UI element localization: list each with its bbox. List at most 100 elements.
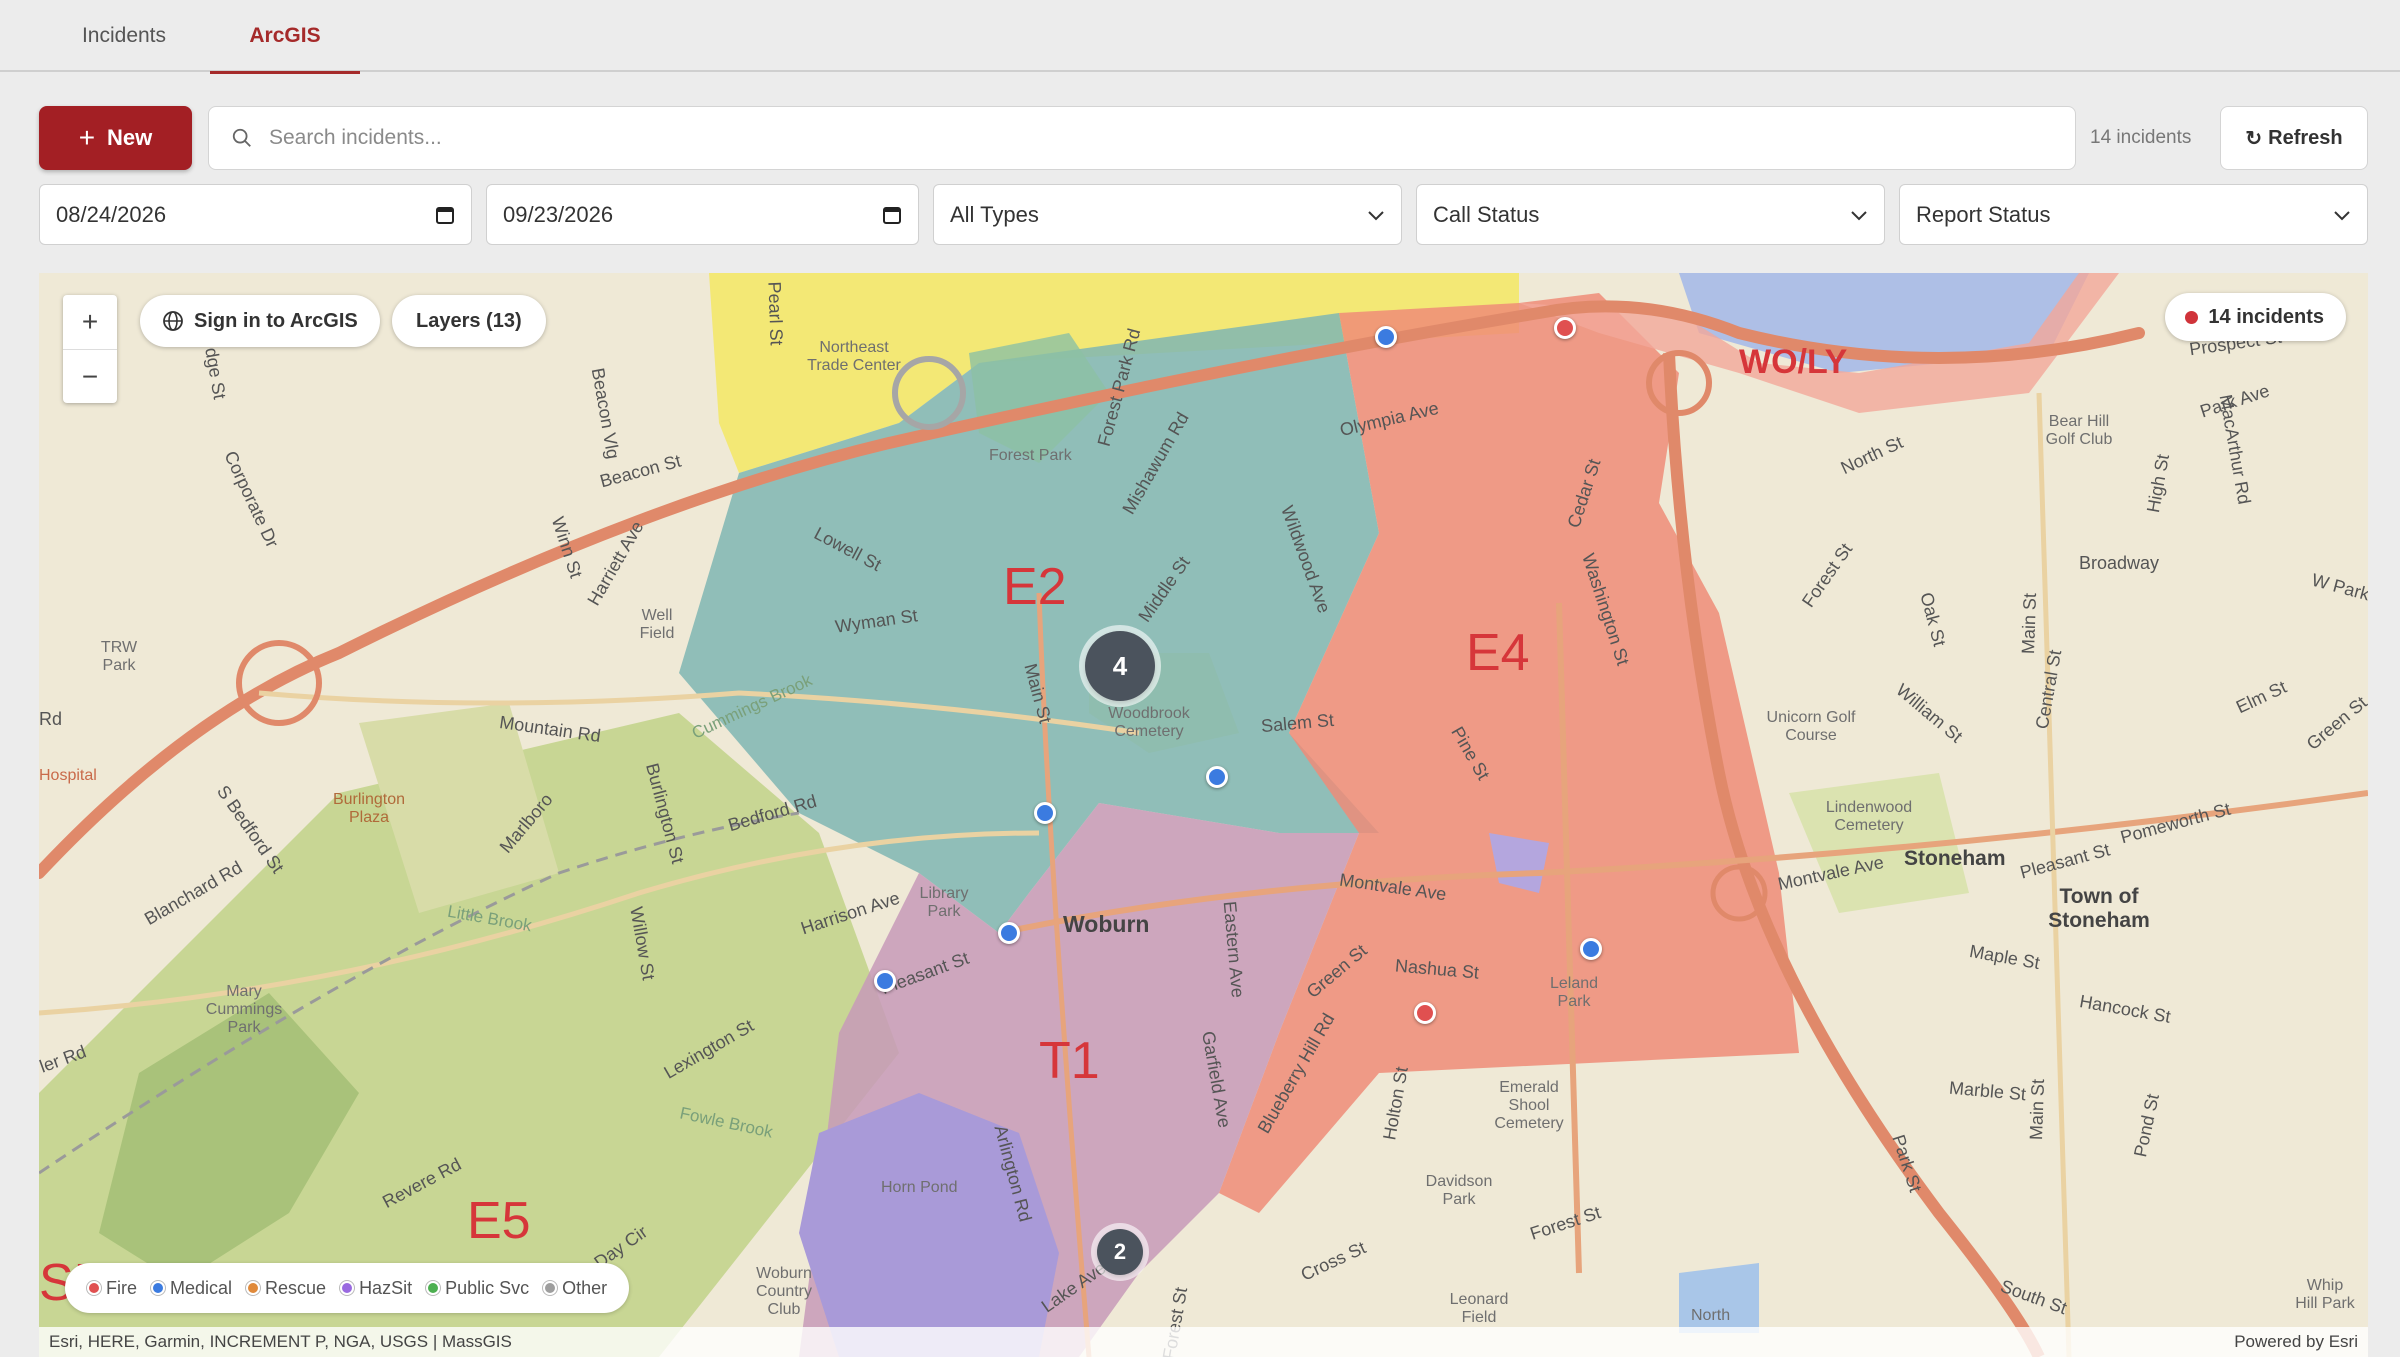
map-label: Woburn Country Club (755, 1265, 813, 1318)
refresh-button[interactable]: ↻ Refresh (2220, 106, 2368, 170)
refresh-label: Refresh (2268, 126, 2343, 149)
type-select-value: All Types (950, 201, 1039, 227)
map-label: Leland Park (1549, 975, 1599, 1010)
tab-arcgis[interactable]: ArcGIS (210, 0, 360, 74)
tab-incidents[interactable]: Incidents (58, 0, 190, 72)
map-label: TRW Park (100, 639, 138, 674)
map-label: Well Field (639, 607, 675, 642)
globe-icon (163, 311, 183, 331)
layers-label: Layers (13) (416, 309, 522, 332)
legend-label: Rescue (265, 1277, 327, 1298)
street-label: Pearl St (764, 281, 787, 346)
place-town-of-stoneham: Town of Stoneham (2048, 885, 2150, 932)
legend-dot-icon (151, 1281, 165, 1295)
legend-dot-icon (543, 1281, 558, 1295)
incident-marker-medical[interactable] (1034, 802, 1056, 824)
map-label: Library Park (919, 885, 969, 920)
date-from-value: 08/24/2026 (56, 201, 167, 227)
map-label: Woodbrook Cemetery (1108, 705, 1190, 740)
zone-label-t1: T1 (1039, 1032, 1100, 1090)
legend-item-hazsit: HazSit (340, 1278, 412, 1299)
calendar-icon (883, 206, 901, 224)
legend-label: Public Svc (445, 1277, 530, 1298)
incident-marker-medical[interactable] (874, 970, 896, 992)
street-label: Broadway (2079, 553, 2160, 573)
place-woburn: Woburn (1063, 911, 1150, 937)
legend-label: Fire (106, 1277, 137, 1298)
plus-icon: + (78, 122, 96, 153)
powered-by-text: Powered by Esri (2234, 1332, 2358, 1351)
incident-marker-medical[interactable] (998, 922, 1020, 944)
chevron-down-icon (2334, 210, 2350, 220)
map-label: Davidson Park (1425, 1173, 1493, 1208)
tab-bar: Incidents ArcGIS (0, 0, 2400, 74)
legend-label: HazSit (359, 1277, 413, 1298)
map-label: Whip Hill Park (2295, 1277, 2355, 1312)
new-button-label: New (107, 125, 153, 150)
date-to-value: 09/23/2026 (503, 201, 614, 227)
search-icon (232, 128, 251, 147)
legend-item-medical: Medical (151, 1278, 232, 1299)
place-stoneham: Stoneham (1904, 847, 2006, 870)
legend-label: Medical (170, 1277, 233, 1298)
search-box[interactable] (208, 106, 2076, 170)
map-label: Forest Park (989, 447, 1072, 464)
zoom-out-button[interactable]: − (63, 349, 117, 403)
map-label: Emerald Shool Cemetery (1494, 1079, 1564, 1132)
map-attribution-bar: Esri, HERE, Garmin, INCREMENT P, NGA, US… (39, 1327, 2368, 1357)
legend-item-rescue: Rescue (246, 1278, 326, 1299)
legend-item-fire: Fire (87, 1278, 137, 1299)
map-label: Unicorn Golf Course (1766, 709, 1856, 744)
legend-label: Other (562, 1277, 608, 1298)
incident-marker-fire[interactable] (1414, 1002, 1436, 1024)
layers-button[interactable]: Layers (13) (392, 295, 546, 347)
sign-in-arcgis-button[interactable]: Sign in to ArcGIS (140, 295, 380, 347)
incident-marker-medical[interactable] (1206, 766, 1228, 788)
zone-label-e2: E2 (1003, 558, 1067, 616)
map-label: Leonard Field (1449, 1291, 1509, 1326)
incident-cluster[interactable]: 4 (1085, 631, 1155, 701)
incident-marker-medical[interactable] (1375, 326, 1397, 348)
incident-marker-fire[interactable] (1554, 317, 1576, 339)
call-status-value: Call Status (1433, 201, 1540, 227)
date-from-input[interactable]: 08/24/2026 (39, 184, 472, 245)
legend-dot-icon (87, 1281, 101, 1295)
legend-dot-icon (340, 1281, 355, 1295)
incident-type-legend: Fire Medical Rescue HazSit Public Svc Ot… (65, 1263, 630, 1313)
incident-marker-medical[interactable] (1580, 938, 1602, 960)
map-label: Lindenwood Cemetery (1825, 799, 1913, 834)
incident-count: 14 incidents (2090, 127, 2192, 148)
new-incident-button[interactable]: + New (39, 106, 192, 170)
map-label: Bear Hill Golf Club (2045, 413, 2113, 448)
street-label: Main St (2017, 592, 2041, 655)
chevron-down-icon (1368, 210, 1384, 220)
refresh-icon: ↻ (2245, 127, 2263, 150)
report-status-select[interactable]: Report Status (1899, 184, 2368, 245)
type-select[interactable]: All Types (933, 184, 1402, 245)
map-label: Northeast Trade Center (807, 339, 901, 374)
incident-cluster[interactable]: 2 (1097, 1229, 1143, 1275)
legend-item-other: Other (543, 1278, 607, 1299)
zone-label-e5: E5 (467, 1192, 531, 1250)
report-status-value: Report Status (1916, 201, 2051, 227)
date-to-input[interactable]: 09/23/2026 (486, 184, 919, 245)
zone-label-woly: WO/LY (1739, 343, 1848, 381)
sign-in-label: Sign in to ArcGIS (194, 309, 358, 332)
call-status-select[interactable]: Call Status (1416, 184, 1885, 245)
chevron-down-icon (1851, 210, 1867, 220)
incident-badge-label: 14 incidents (2208, 305, 2324, 328)
legend-dot-icon (426, 1281, 441, 1295)
map-label: Burlington Plaza (332, 791, 406, 826)
incident-count-badge: 14 incidents (2165, 293, 2346, 341)
zoom-in-button[interactable]: + (63, 295, 117, 349)
street-label: Main St (2025, 1078, 2049, 1141)
zoom-control: + − (63, 295, 117, 403)
zone-label-e4: E4 (1466, 624, 1530, 682)
legend-item-public-svc: Public Svc (426, 1278, 529, 1299)
arcgis-map[interactable]: E2 E4 T1 E5 WO/LY SE Woburn Stoneham Tow… (39, 273, 2368, 1357)
search-input[interactable] (269, 126, 2019, 150)
map-label: Mary Cummings Park (205, 983, 283, 1036)
attribution-text: Esri, HERE, Garmin, INCREMENT P, NGA, US… (49, 1332, 512, 1351)
map-label: Hospital (39, 767, 97, 784)
legend-dot-icon (246, 1281, 261, 1295)
